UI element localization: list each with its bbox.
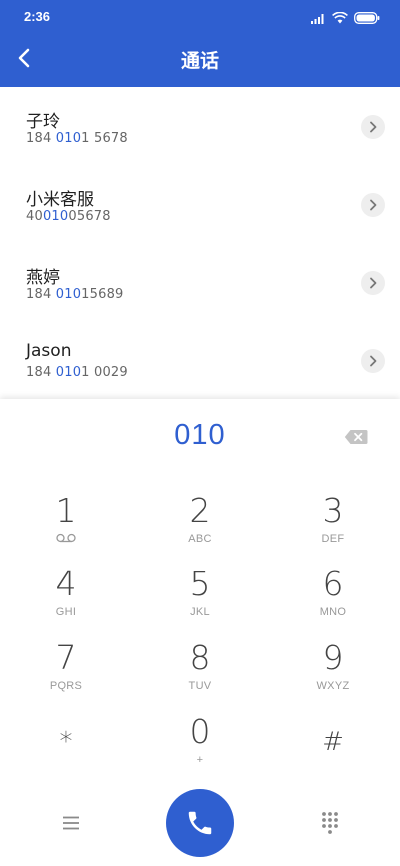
key-digit: 8 bbox=[189, 638, 211, 677]
key-digit: 9 bbox=[322, 638, 344, 677]
menu-icon bbox=[63, 816, 79, 830]
key-digit: 1 bbox=[55, 491, 77, 530]
dialed-number[interactable]: 010 bbox=[0, 419, 400, 452]
contact-number: 184 0101 5678 bbox=[26, 131, 128, 146]
key-letters: + bbox=[196, 754, 204, 766]
contact-item[interactable]: 燕婷 184 01015689 bbox=[0, 243, 400, 321]
dial-key-6[interactable]: 6 MNO bbox=[283, 566, 383, 630]
key-digit: # bbox=[322, 727, 344, 757]
key-digit: 7 bbox=[55, 638, 77, 677]
voicemail-icon bbox=[56, 533, 76, 543]
dialpad: 010 1 2 ABC 3 DEF 4 GHI 5 JKL 6 MNO 7 PQ… bbox=[0, 399, 400, 866]
dial-key-hash[interactable]: # bbox=[283, 714, 383, 778]
dial-key-7[interactable]: 7 PQRS bbox=[16, 640, 116, 704]
dial-key-star[interactable]: * bbox=[16, 714, 116, 778]
contact-number: 184 01015689 bbox=[26, 287, 124, 302]
match-highlight: 010 bbox=[55, 287, 82, 302]
status-bar: 2:36 bbox=[0, 0, 400, 36]
key-letters: GHI bbox=[55, 606, 77, 618]
key-letters: TUV bbox=[188, 680, 212, 692]
key-letters: ABC bbox=[188, 533, 212, 545]
contact-detail-button[interactable] bbox=[361, 193, 385, 217]
contact-suggestions: 子玲 184 0101 5678 小米客服 4001005678 燕婷 184 … bbox=[0, 87, 400, 399]
dial-key-8[interactable]: 8 TUV bbox=[150, 640, 250, 704]
dial-key-2[interactable]: 2 ABC bbox=[150, 493, 250, 557]
key-letters: WXYZ bbox=[316, 680, 350, 692]
dialpad-toggle-button[interactable] bbox=[318, 809, 342, 837]
dial-key-3[interactable]: 3 DEF bbox=[283, 493, 383, 557]
status-icons bbox=[311, 10, 380, 26]
contact-name: 小米客服 bbox=[26, 190, 94, 210]
dial-key-9[interactable]: 9 WXYZ bbox=[283, 640, 383, 704]
chevron-right-icon bbox=[370, 277, 377, 289]
signal-icon bbox=[311, 13, 324, 24]
contact-name: Jason bbox=[26, 341, 72, 361]
battery-icon bbox=[354, 12, 380, 24]
chevron-right-icon bbox=[370, 121, 377, 133]
key-letters: JKL bbox=[190, 606, 210, 618]
call-button[interactable] bbox=[166, 789, 234, 857]
dial-key-1[interactable]: 1 bbox=[16, 493, 116, 557]
phone-icon bbox=[188, 811, 212, 835]
menu-button[interactable] bbox=[58, 811, 84, 835]
status-time: 2:36 bbox=[24, 9, 51, 24]
dial-key-0[interactable]: 0 + bbox=[150, 714, 250, 778]
page-title: 通话 bbox=[180, 50, 219, 72]
contact-number: 184 0101 0029 bbox=[26, 365, 128, 380]
key-digit: 0 bbox=[189, 712, 211, 751]
key-digit: * bbox=[59, 727, 73, 757]
match-highlight: 010 bbox=[55, 131, 82, 146]
dial-key-5[interactable]: 5 JKL bbox=[150, 566, 250, 630]
key-letters: MNO bbox=[319, 606, 347, 618]
backspace-button[interactable] bbox=[344, 429, 368, 445]
dial-key-4[interactable]: 4 GHI bbox=[16, 566, 116, 630]
contact-item[interactable]: 子玲 184 0101 5678 bbox=[0, 87, 400, 165]
dialpad-icon bbox=[322, 812, 338, 834]
app-header: 2:36 通话 bbox=[0, 0, 400, 87]
chevron-right-icon bbox=[370, 355, 377, 367]
chevron-right-icon bbox=[370, 199, 377, 211]
contact-item[interactable]: 小米客服 4001005678 bbox=[0, 165, 400, 243]
key-digit: 3 bbox=[322, 491, 344, 530]
contact-name: 燕婷 bbox=[26, 268, 60, 288]
contact-detail-button[interactable] bbox=[361, 349, 385, 373]
key-digit: 2 bbox=[189, 491, 211, 530]
key-digit: 5 bbox=[189, 564, 211, 603]
key-letters: DEF bbox=[321, 533, 345, 545]
dialer-bottom-bar bbox=[0, 787, 400, 865]
wifi-icon bbox=[332, 12, 348, 24]
key-digit: 4 bbox=[55, 564, 77, 603]
contact-number: 4001005678 bbox=[26, 209, 111, 224]
backspace-icon bbox=[344, 430, 368, 444]
contact-detail-button[interactable] bbox=[361, 115, 385, 139]
contact-item[interactable]: Jason 184 0101 0029 bbox=[0, 321, 400, 399]
match-highlight: 010 bbox=[55, 365, 82, 380]
contact-name: 子玲 bbox=[26, 112, 60, 132]
key-letters: PQRS bbox=[49, 680, 83, 692]
match-highlight: 010 bbox=[42, 209, 69, 224]
key-digit: 6 bbox=[322, 564, 344, 603]
contact-detail-button[interactable] bbox=[361, 271, 385, 295]
